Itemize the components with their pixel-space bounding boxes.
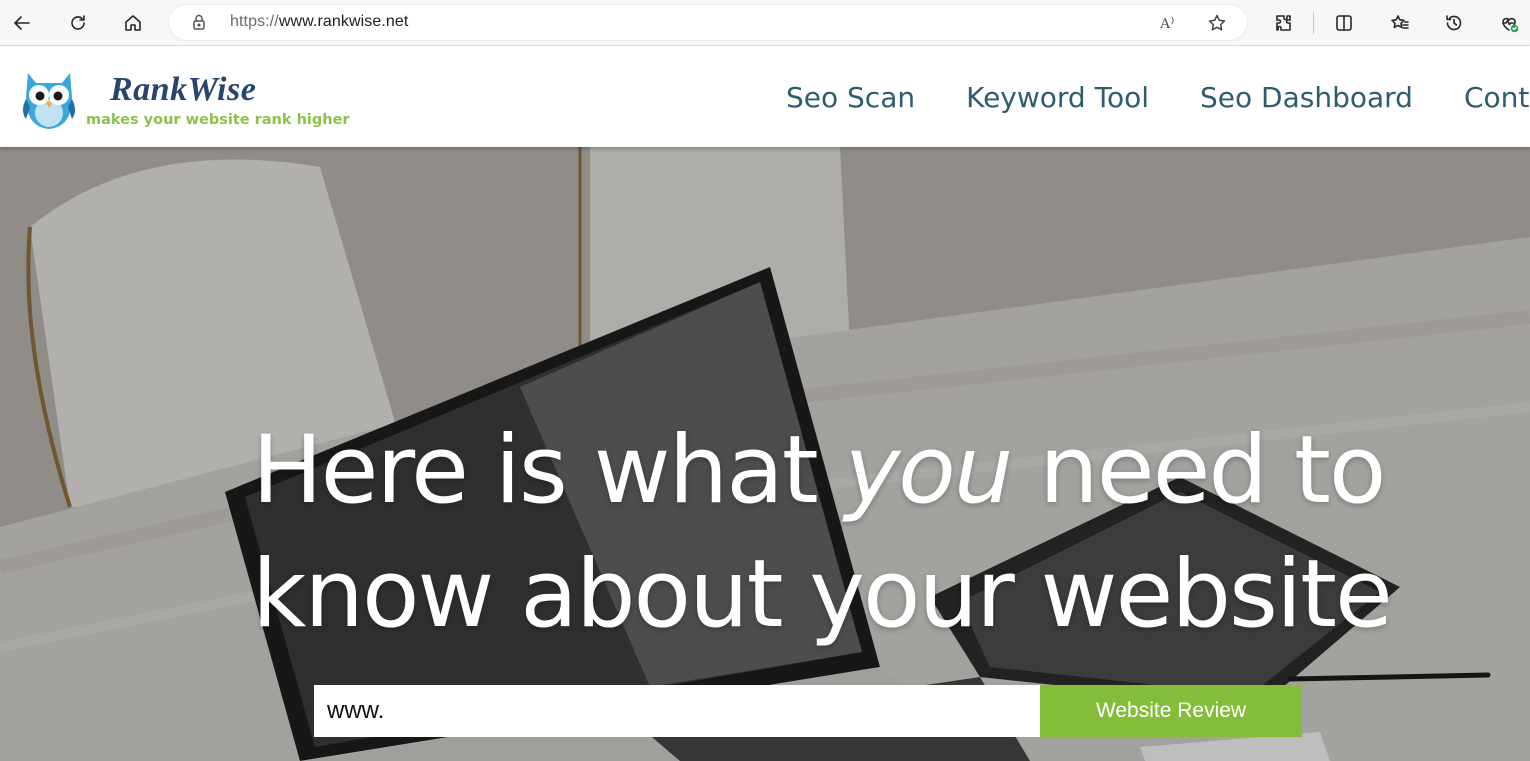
headline-part-1: Here is what xyxy=(252,416,845,525)
refresh-icon xyxy=(71,15,85,30)
nav-link-seo-scan[interactable]: Seo Scan xyxy=(786,78,915,118)
nav-link-contact[interactable]: Conta xyxy=(1464,78,1530,118)
history-icon xyxy=(1446,15,1462,31)
lock-icon xyxy=(190,13,210,33)
favorite-star-icon[interactable] xyxy=(1204,10,1230,36)
extensions-button[interactable] xyxy=(1268,7,1300,39)
browser-essentials-button[interactable] xyxy=(1493,7,1525,39)
refresh-button[interactable] xyxy=(62,7,94,39)
owl-logo-icon xyxy=(23,73,75,129)
favorites-button[interactable] xyxy=(1384,7,1416,39)
headline-emphasis: you xyxy=(844,416,1014,525)
headline-part-2: need to xyxy=(1011,416,1386,525)
nav-link-keyword-tool[interactable]: Keyword Tool xyxy=(966,78,1149,118)
home-icon xyxy=(125,15,141,31)
favorites-icon xyxy=(1391,15,1409,29)
brand-name: RankWise xyxy=(110,71,257,108)
brand-tagline: makes your website rank higher xyxy=(86,112,350,128)
browser-toolbar: https://www.rankwise.net A⁾ xyxy=(0,0,1530,46)
hero-section: Here is what you need to know about your… xyxy=(0,147,1530,761)
headline-line-2: know about your website xyxy=(252,540,1393,649)
back-icon xyxy=(14,16,30,30)
site-logo[interactable]: RankWise makes your website rank higher xyxy=(20,67,350,137)
hero-headline: Here is what you need to know about your… xyxy=(252,409,1452,657)
url-scheme: https:// xyxy=(230,13,279,30)
read-aloud-icon[interactable]: A⁾ xyxy=(1154,10,1180,36)
url-host: www.rankwise.net xyxy=(278,13,409,30)
website-review-button[interactable]: Website Review xyxy=(1040,685,1302,737)
toolbar-separator xyxy=(1313,12,1314,34)
site-header: RankWise makes your website rank higher … xyxy=(0,47,1530,147)
address-bar[interactable]: https://www.rankwise.net A⁾ xyxy=(168,4,1248,41)
back-button[interactable] xyxy=(6,7,38,39)
history-button[interactable] xyxy=(1438,7,1470,39)
extensions-icon xyxy=(1276,15,1291,31)
split-screen-button[interactable] xyxy=(1328,7,1360,39)
main-nav: Seo Scan Keyword Tool Seo Dashboard Cont… xyxy=(786,78,1530,118)
website-url-input[interactable] xyxy=(314,685,1040,737)
home-button[interactable] xyxy=(117,7,149,39)
split-screen-icon xyxy=(1336,15,1352,31)
nav-link-seo-dashboard[interactable]: Seo Dashboard xyxy=(1200,78,1413,118)
website-review-form: Website Review xyxy=(314,685,1302,737)
url-text[interactable]: https://www.rankwise.net xyxy=(230,13,408,31)
browser-essentials-icon xyxy=(1502,17,1519,33)
